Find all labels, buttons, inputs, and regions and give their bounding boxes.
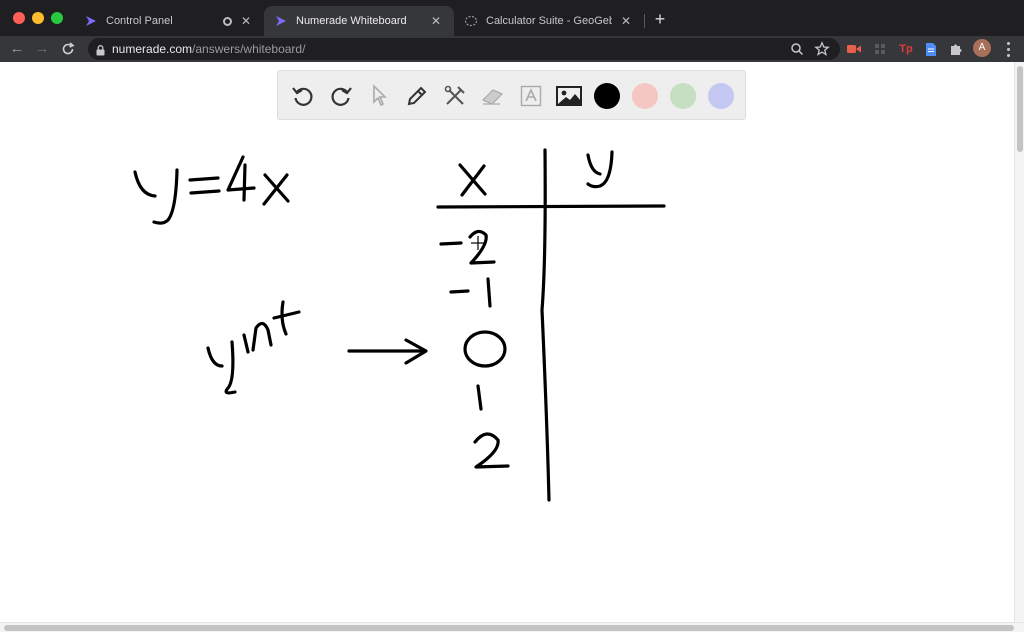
lock-icon <box>96 43 105 56</box>
back-button[interactable]: ← <box>7 39 27 59</box>
table-header-x <box>458 163 487 197</box>
tools-icon[interactable] <box>440 81 470 111</box>
x-value-2 <box>473 432 510 469</box>
close-tab-icon[interactable]: ✕ <box>428 13 444 29</box>
text-icon[interactable] <box>516 81 546 111</box>
numerade-logo-icon <box>84 14 98 28</box>
color-black-swatch[interactable] <box>594 83 620 109</box>
recording-indicator-icon <box>223 16 232 26</box>
whiteboard-canvas[interactable] <box>0 62 1014 622</box>
docs-extension-icon[interactable] <box>922 40 940 58</box>
new-tab-button[interactable]: + <box>650 9 670 29</box>
forward-button[interactable]: → <box>32 39 52 59</box>
horizontal-scrollbar[interactable] <box>0 622 1024 632</box>
close-tab-icon[interactable]: ✕ <box>238 13 254 29</box>
y-intercept-label <box>206 300 301 395</box>
tab-title: Numerade Whiteboard <box>296 15 407 27</box>
browser-menu-button[interactable] <box>1002 40 1014 58</box>
tab-geogebra[interactable]: Calculator Suite - GeoGebra ✕ <box>454 6 644 36</box>
eraser-icon[interactable] <box>478 81 508 111</box>
geogebra-logo-icon <box>464 14 478 28</box>
url-text: numerade.com/answers/whiteboard/ <box>112 42 305 56</box>
equation-y-equals-4x <box>133 155 290 225</box>
close-window-button[interactable] <box>13 12 25 24</box>
arrow-to-zero <box>347 338 428 365</box>
x-value-neg2 <box>439 229 496 265</box>
screen-recorder-extension-icon[interactable] <box>845 40 863 58</box>
tab-strip: Control Panel ✕ Numerade Whiteboard ✕ Ca… <box>0 0 1024 36</box>
table-divider <box>540 148 551 502</box>
color-green-swatch[interactable] <box>670 83 696 109</box>
redo-icon[interactable] <box>326 81 356 111</box>
url-domain: numerade.com <box>112 42 193 56</box>
url-path: /answers/whiteboard/ <box>192 42 306 56</box>
profile-avatar[interactable]: A <box>973 39 991 57</box>
color-pink-swatch[interactable] <box>632 83 658 109</box>
tab-control-panel[interactable]: Control Panel ✕ <box>74 6 264 36</box>
grid-extension-icon[interactable] <box>871 40 889 58</box>
tab-separator <box>644 14 645 28</box>
x-value-1 <box>476 384 483 411</box>
pointer-icon[interactable] <box>364 81 394 111</box>
bookmark-star-icon[interactable] <box>814 41 830 57</box>
tab-numerade-whiteboard[interactable]: Numerade Whiteboard ✕ <box>264 6 454 36</box>
undo-icon[interactable] <box>288 81 318 111</box>
vertical-scroll-thumb[interactable] <box>1017 66 1023 152</box>
x-value-zero <box>463 330 507 368</box>
whiteboard-page[interactable] <box>0 62 1014 622</box>
extensions-puzzle-icon[interactable] <box>947 40 965 58</box>
zoom-icon[interactable] <box>789 41 805 57</box>
address-bar[interactable]: numerade.com/answers/whiteboard/ <box>88 38 840 60</box>
close-tab-icon[interactable]: ✕ <box>618 13 634 29</box>
minimize-window-button[interactable] <box>32 12 44 24</box>
horizontal-scroll-thumb[interactable] <box>4 625 1014 631</box>
whiteboard-toolbar <box>277 70 746 120</box>
pen-icon[interactable] <box>402 81 432 111</box>
tp-extension-icon[interactable]: Tp <box>897 40 915 58</box>
vertical-scrollbar[interactable] <box>1014 62 1024 622</box>
tab-title: Control Panel <box>106 15 173 27</box>
table-header-y <box>586 150 614 189</box>
reload-button[interactable] <box>58 39 78 59</box>
zoom-window-button[interactable] <box>51 12 63 24</box>
tab-title: Calculator Suite - GeoGebra <box>486 15 612 27</box>
table-header-rule <box>436 204 666 209</box>
image-icon[interactable] <box>554 81 584 111</box>
x-value-neg1 <box>449 277 492 308</box>
numerade-logo-icon <box>274 14 288 28</box>
color-blue-swatch[interactable] <box>708 83 734 109</box>
browser-toolbar: ← → numerade.com/answers/whiteboard/ Tp … <box>0 36 1024 62</box>
